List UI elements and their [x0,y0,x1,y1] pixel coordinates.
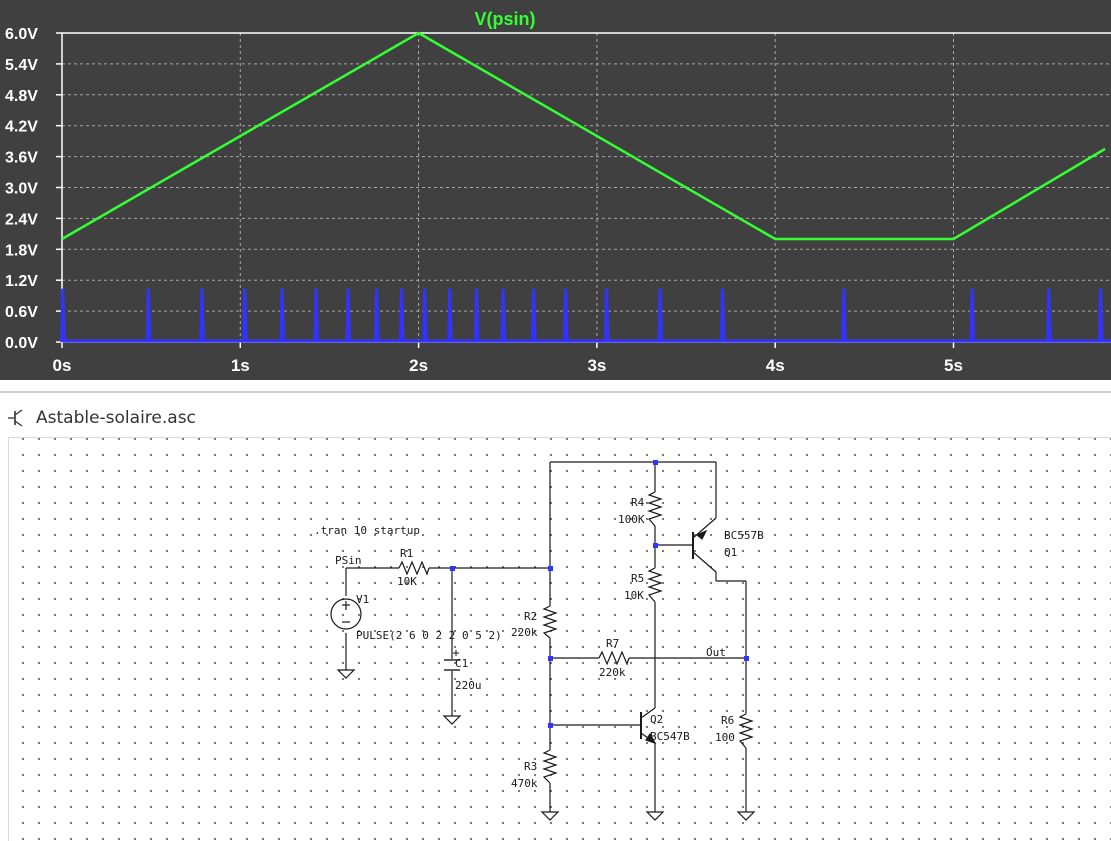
r7-label: R7 [606,637,619,650]
schematic-canvas[interactable]: .tran 10 startup PSin R1 10K V1 PULSE(2 … [8,437,1111,841]
pane-divider[interactable] [0,391,1111,393]
x-tick-label: 0s [53,356,72,375]
r4-value[interactable]: 100K [618,513,645,526]
r2-value[interactable]: 220k [511,626,538,639]
pulse-spike [1097,288,1104,343]
r3-label: R3 [524,760,537,773]
r5-value[interactable]: 10K [624,589,644,602]
c1-value[interactable]: 220u [455,679,482,692]
ground-c1 [442,715,462,725]
q2-label: Q2 [650,713,663,726]
resistor-r7[interactable] [598,650,630,666]
resistor-r3[interactable] [542,749,558,784]
resistor-r2[interactable] [542,605,558,639]
sim-directive[interactable]: .tran 10 startup [314,524,420,537]
r1-value[interactable]: 10K [397,575,417,588]
pulse-spike [345,288,352,343]
c1-label: C1 [455,657,468,670]
x-tick-label: 5s [944,356,963,375]
r2-label: R2 [524,610,537,623]
pulse-spike [1046,288,1052,343]
y-tick-label: 1.8V [5,242,38,259]
net-label-out[interactable]: Out [706,646,726,659]
q1-model[interactable]: BC557B [724,529,764,542]
junction-q2-base [548,723,553,728]
ground-q2 [645,811,665,821]
pulse-spike [969,288,976,343]
junction-out [744,656,749,661]
pulse-spike [530,288,537,343]
y-tick-label: 0.0V [5,335,38,352]
resistor-r6[interactable] [738,713,754,749]
junction-c1 [450,566,455,571]
junction-r2-top [548,566,553,571]
plot-background [0,0,1111,380]
pulse-spike [473,288,480,343]
pulse-spike [279,288,286,343]
pulse-spike [60,288,66,343]
trace-title[interactable]: V(psin) [475,9,536,29]
q1-label: Q1 [724,546,737,559]
schematic-file-icon [8,409,23,427]
net-label-psin[interactable]: PSin [335,554,362,567]
x-tick-label: 1s [231,356,250,375]
y-tick-label: 1.2V [5,273,38,290]
pulse-spike [604,288,610,343]
transistor-q1[interactable] [692,517,717,573]
pulse-spike [500,288,507,343]
pulse-spike [398,288,405,343]
pulse-spike [313,288,319,343]
junction-q1-base [653,543,658,548]
waveform-plot-pane[interactable]: 0.0V 0.6V 1.2V 1.8V 2.4V 3.0V 3.6V 4.2V 4.8V 5.4V… [0,0,1111,380]
y-tick-label: 2.4V [5,211,38,228]
r3-value[interactable]: 470k [511,777,538,790]
pulse-spike [841,288,847,343]
junction-r7-left [548,656,553,661]
resistor-r4[interactable] [647,491,663,527]
v1-value[interactable]: PULSE(2 6 0 2 2 0 5 2) [356,629,502,642]
x-tick-label: 2s [409,356,428,375]
pulse-spike [199,288,205,343]
y-tick-label: 5.4V [5,57,38,74]
r1-label: R1 [400,547,413,560]
r6-label: R6 [721,714,734,727]
y-tick-label: 3.0V [5,181,38,198]
pulse-spike [719,288,726,343]
y-tick-label: 6.0V [5,26,38,43]
r7-value[interactable]: 220k [599,666,626,679]
y-tick-label: 4.8V [5,88,38,105]
pulse-spike [657,288,664,343]
y-tick-label: 0.6V [5,304,38,321]
ground-r3 [540,811,560,821]
pulse-spike [447,288,453,343]
pulse-spike [145,288,152,343]
r6-value[interactable]: 100 [715,731,735,744]
schematic-drawing[interactable]: .tran 10 startup PSin R1 10K V1 PULSE(2 … [9,438,1111,841]
resistor-r5[interactable] [647,567,663,603]
ground-r6 [736,811,756,821]
waveform-plot[interactable]: 0.0V 0.6V 1.2V 1.8V 2.4V 3.0V 3.6V 4.2V 4.8V 5.4V… [0,0,1111,380]
r4-label: R4 [631,496,645,509]
pulse-spike [374,288,380,343]
ground-v1 [336,669,356,679]
x-tick-label: 4s [766,356,785,375]
junction-top-rail [653,460,658,465]
y-tick-label: 3.6V [5,150,38,167]
resistor-r1[interactable] [398,560,430,576]
pulse-spike [422,288,428,343]
r5-label: R5 [631,572,644,585]
pulse-spike [242,288,248,343]
pulse-spike [563,288,569,343]
q2-model[interactable]: BC547B [650,730,690,743]
x-tick-label: 3s [587,356,606,375]
y-tick-label: 4.2V [5,119,38,136]
schematic-file-title[interactable]: Astable-solaire.asc [36,408,196,428]
v1-label: V1 [356,593,369,606]
